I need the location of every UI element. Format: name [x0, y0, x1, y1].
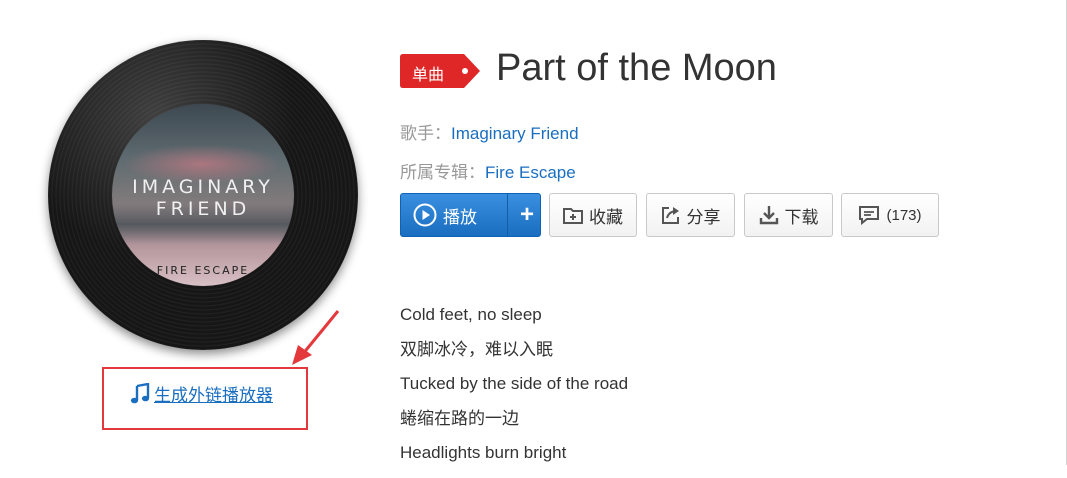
comments-button[interactable]: (173): [841, 193, 939, 237]
annotation-arrow-icon: [292, 310, 340, 365]
cover-title-line2: FRIEND: [155, 198, 251, 220]
comments-count: (173): [886, 206, 922, 224]
vinyl-disc: IMAGINARY FRIEND FIRE ESCAPE: [48, 40, 358, 350]
favorite-label: 收藏: [589, 207, 623, 227]
cover-subtitle: FIRE ESCAPE: [156, 264, 250, 277]
download-button[interactable]: 下载: [744, 193, 833, 237]
share-icon: [661, 207, 679, 224]
album-label: 所属专辑：: [400, 163, 485, 182]
lyric-line: Cold feet, no sleep: [400, 305, 542, 324]
play-button-group: 播放 +: [400, 193, 541, 237]
play-circle-icon: [413, 203, 437, 227]
download-icon: [759, 206, 778, 225]
play-button[interactable]: 播放: [401, 194, 501, 236]
cover-title-line1: IMAGINARY: [132, 176, 274, 198]
download-label: 下载: [784, 207, 819, 227]
album-row: 所属专辑：Fire Escape: [400, 158, 576, 183]
lyric-line: 双脚冰冷，难以入眠: [400, 339, 553, 359]
share-button[interactable]: 分享: [646, 193, 735, 237]
album-cover[interactable]: IMAGINARY FRIEND FIRE ESCAPE: [112, 104, 294, 286]
artist-label: 歌手：: [400, 124, 451, 143]
add-to-playlist-button[interactable]: +: [514, 194, 540, 236]
album-link[interactable]: Fire Escape: [485, 163, 576, 182]
artist-row: 歌手：Imaginary Friend: [400, 119, 579, 144]
generate-external-player-link[interactable]: 生成外链播放器: [130, 381, 273, 406]
comment-icon: [859, 206, 880, 225]
song-title: Part of the Moon: [496, 47, 777, 89]
favorite-button[interactable]: 收藏: [549, 193, 637, 237]
artist-link[interactable]: Imaginary Friend: [451, 124, 579, 143]
lyric-line: Tucked by the side of the road: [400, 374, 629, 393]
lyric-line: 蜷缩在路的一边: [400, 408, 519, 428]
lyric-line: Headlights burn bright: [400, 443, 567, 462]
play-label: 播放: [443, 207, 477, 227]
music-note-icon: [130, 382, 150, 403]
external-player-label: 生成外链播放器: [154, 386, 273, 405]
share-label: 分享: [686, 207, 721, 227]
lyrics-block: Cold feet, no sleep 双脚冰冷，难以入眠 Tucked by …: [400, 305, 628, 478]
single-tag-label: 单曲: [412, 67, 445, 84]
folder-plus-icon: [563, 208, 583, 224]
